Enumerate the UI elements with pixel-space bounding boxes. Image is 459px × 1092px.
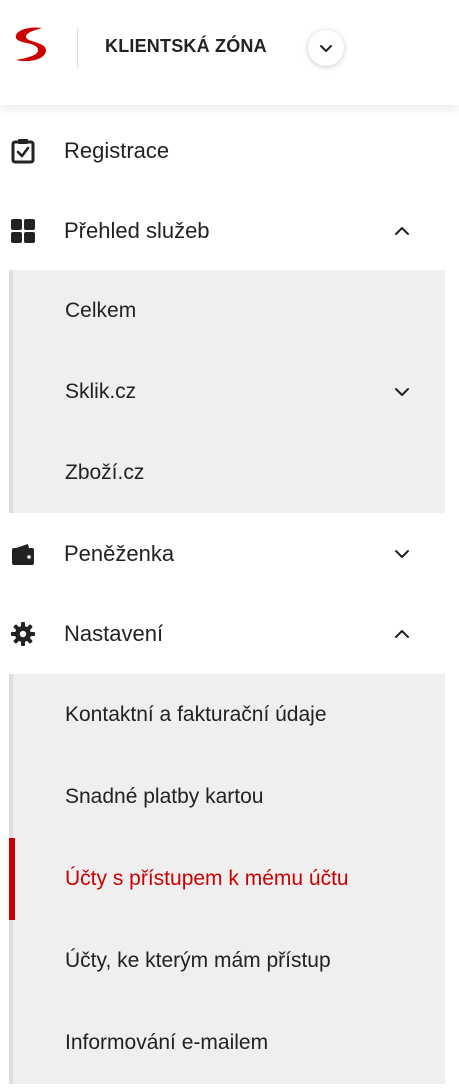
submenu-item-label: Celkem: [65, 299, 137, 322]
submenu-item-snadne-platby[interactable]: Snadné platby kartou: [13, 756, 445, 838]
chevron-up-icon: [390, 219, 414, 243]
sidebar-item-registrace[interactable]: Registrace: [0, 111, 459, 191]
submenu-item-label: Účty, ke kterým mám přístup: [65, 949, 331, 972]
wallet-icon: [10, 541, 36, 567]
sidebar-item-nastaveni[interactable]: Nastavení: [0, 594, 459, 674]
submenu-item-sklik[interactable]: Sklik.cz: [13, 351, 445, 433]
active-indicator: [9, 838, 15, 920]
header: KLIENTSKÁ ZÓNA: [0, 0, 459, 105]
grid-icon: [10, 218, 36, 244]
chevron-down-icon: [390, 542, 414, 566]
sidebar-item-label: Nastavení: [64, 621, 164, 646]
submenu-item-ucty-ke-kterym[interactable]: Účty, ke kterým mám přístup: [13, 920, 445, 1002]
app-title: KLIENTSKÁ ZÓNA: [105, 36, 267, 56]
submenu-item-ucty-s-pristupem[interactable]: Účty s přístupem k mému účtu: [9, 838, 445, 920]
gear-icon: [10, 621, 36, 647]
submenu-item-kontaktni-udaje[interactable]: Kontaktní a fakturační údaje: [13, 674, 445, 756]
submenu-item-label: Zboží.cz: [65, 461, 145, 484]
sidebar-item-label: Peněženka: [64, 541, 175, 566]
sidebar-item-label: Přehled služeb: [64, 218, 210, 243]
chevron-up-icon: [390, 622, 414, 646]
submenu-item-label: Snadné platby kartou: [65, 785, 264, 808]
chevron-down-icon: [390, 380, 414, 404]
sidebar-item-label: Registrace: [64, 138, 170, 163]
submenu-item-label: Sklik.cz: [65, 380, 137, 403]
submenu-item-informovani-emailem[interactable]: Informování e-mailem: [13, 1002, 445, 1084]
zone-switch-button[interactable]: [308, 30, 344, 66]
submenu-item-label: Účty s přístupem k mému účtu: [65, 867, 349, 890]
header-divider: [77, 28, 78, 68]
clipboard-check-icon: [10, 138, 36, 164]
submenu-item-label: Kontaktní a fakturační údaje: [65, 703, 327, 726]
submenu-nastaveni: Kontaktní a fakturační údaje Snadné plat…: [9, 674, 445, 1084]
submenu-item-zbozi[interactable]: Zboží.cz: [13, 432, 445, 514]
submenu-item-celkem[interactable]: Celkem: [13, 270, 445, 352]
sidebar-item-prehled-sluzeb[interactable]: Přehled služeb: [0, 191, 459, 271]
chevron-down-icon: [320, 45, 332, 52]
submenu-prehled-sluzeb: Celkem Sklik.cz Zboží.cz: [9, 270, 445, 513]
submenu-item-label: Informování e-mailem: [65, 1031, 269, 1054]
sidebar-item-penezenka[interactable]: Peněženka: [0, 514, 459, 594]
seznam-s-logo[interactable]: [8, 22, 52, 66]
